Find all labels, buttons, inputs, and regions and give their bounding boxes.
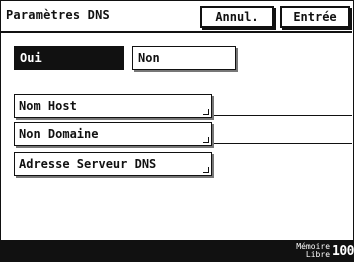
corner-mark-icon — [203, 109, 209, 115]
page-title: Paramètres DNS — [6, 8, 110, 22]
cancel-button[interactable]: Annul. — [200, 6, 274, 28]
enter-button[interactable]: Entrée — [280, 6, 350, 28]
host-name-label: Nom Host — [19, 99, 77, 113]
dns-server-address-button[interactable]: Adresse Serveur DNS — [14, 152, 212, 176]
header-divider — [0, 31, 352, 33]
memory-value: 100 — [332, 243, 354, 259]
dns-server-address-label: Adresse Serveur DNS — [19, 157, 157, 171]
corner-mark-icon — [203, 167, 209, 173]
free-label: Libre — [305, 250, 331, 259]
domain-name-button[interactable]: Non Domaine — [14, 122, 212, 146]
domain-name-value-line — [214, 143, 352, 144]
host-name-button[interactable]: Nom Host — [14, 94, 212, 118]
corner-mark-icon — [203, 137, 209, 143]
free-memory-indicator: Mémoire Libre 100 — [296, 240, 354, 262]
domain-name-label: Non Domaine — [19, 127, 99, 141]
yes-option-button[interactable]: Oui — [14, 46, 124, 70]
host-name-value-line — [214, 115, 352, 116]
no-option-button[interactable]: Non — [132, 46, 236, 70]
